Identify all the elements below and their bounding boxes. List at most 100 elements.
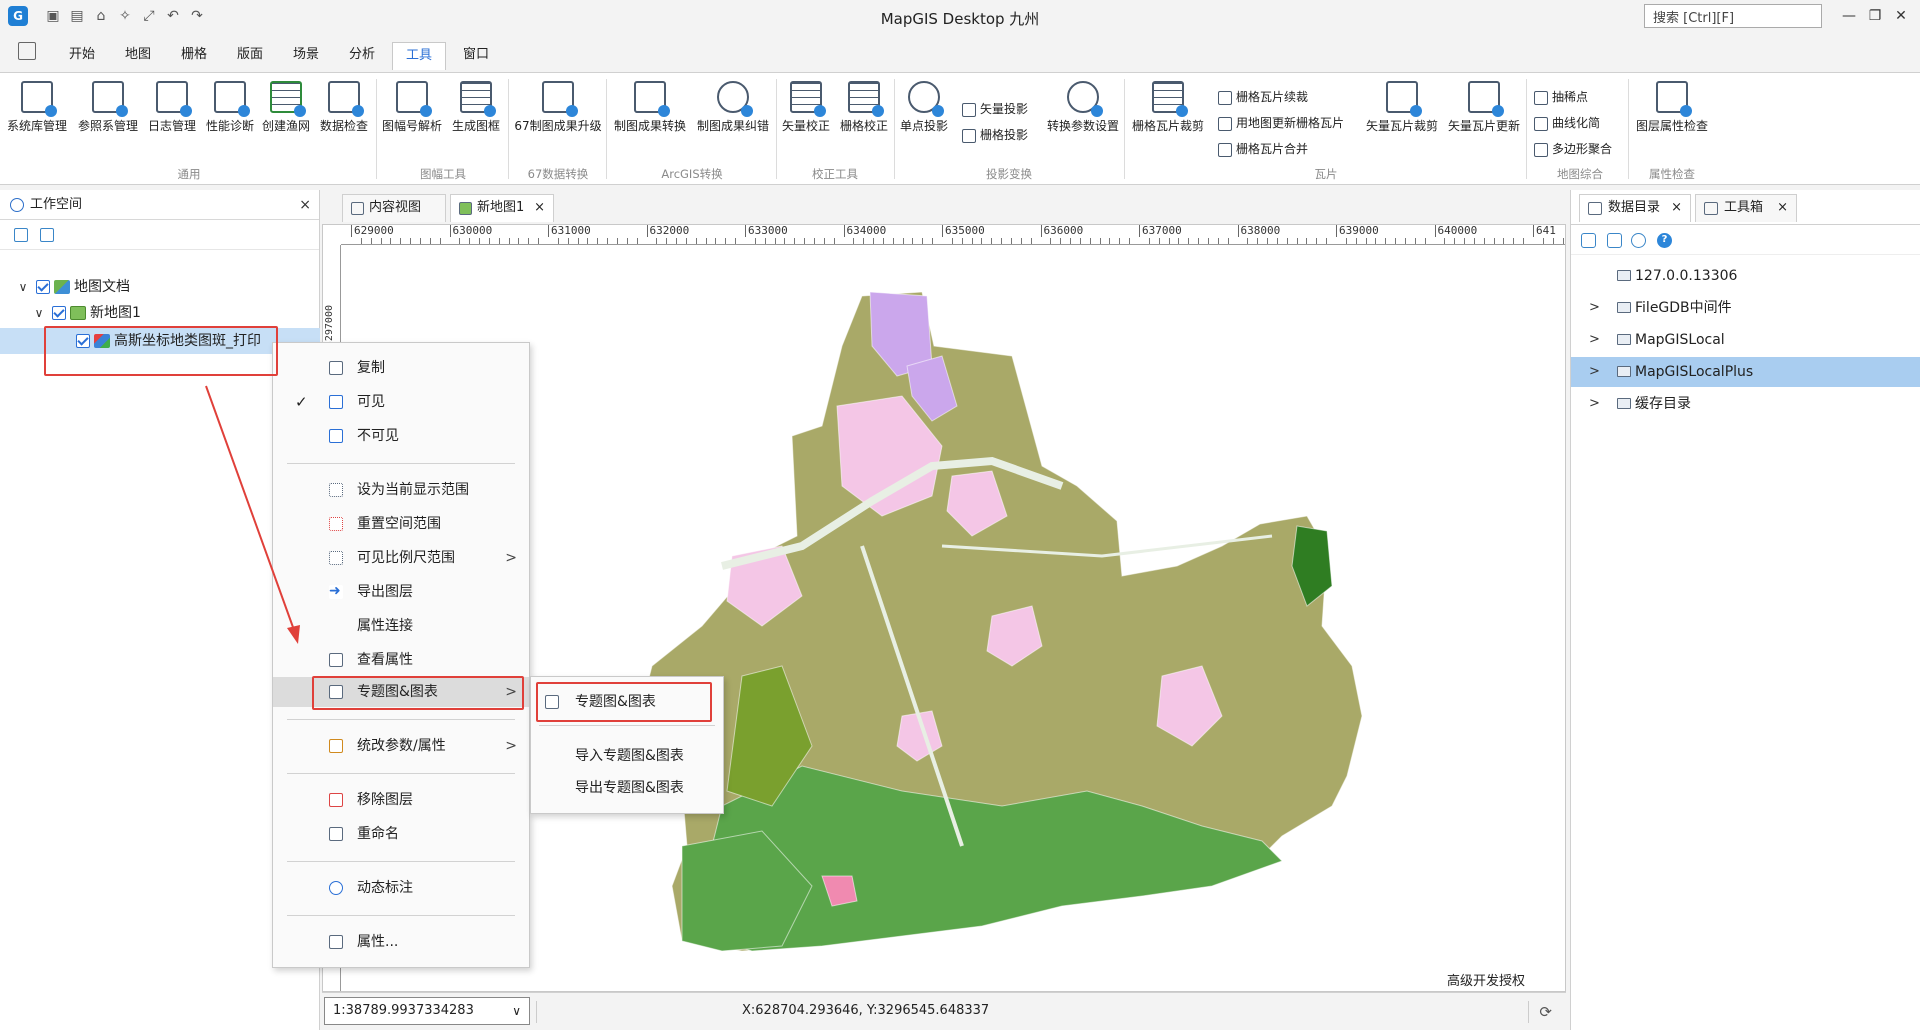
tab-scene[interactable]: 场景 (286, 42, 326, 70)
performance-diagnosis-button[interactable]: 性能诊断 (202, 81, 258, 134)
menu-item-edit-params[interactable]: 统改参数/属性 > (273, 731, 529, 761)
menu-item-rename[interactable]: 重命名 (273, 819, 529, 849)
tab-raster[interactable]: 栅格 (174, 42, 214, 70)
ruler-minor-tick (1207, 238, 1209, 244)
map-view-icon[interactable] (14, 228, 28, 242)
coordinate-readout: X:628704.293646, Y:3296545.648337 (742, 1003, 990, 1018)
ruler-minor-tick (1148, 238, 1150, 244)
connect-icon[interactable] (1581, 233, 1596, 248)
catalog-item[interactable]: > 缓存目录 (1571, 389, 1920, 419)
single-point-projection-button[interactable]: 单点投影 (896, 81, 952, 134)
raster-tile-continue-button[interactable]: 栅格瓦片续裁 (1218, 87, 1308, 107)
menu-item-reset-extent[interactable]: 重置空间范围 (273, 509, 529, 539)
help-icon[interactable]: ? (1657, 233, 1672, 248)
vector-correction-button[interactable]: 矢量校正 (778, 81, 834, 134)
database-add-icon[interactable] (1607, 233, 1622, 248)
tab-layout[interactable]: 版面 (230, 42, 270, 70)
transform-params-button[interactable]: 转换参数设置 (1044, 81, 1122, 134)
convert-results-button[interactable]: 制图成果转换 (610, 81, 690, 134)
menu-item-set-extent[interactable]: 设为当前显示范围 (273, 475, 529, 505)
chevron-down-icon[interactable]: ∨ (512, 998, 521, 1024)
menu-item-dynamic-label[interactable]: 动态标注 (273, 873, 529, 903)
refresh-icon[interactable] (1631, 233, 1646, 248)
chevron-down-icon[interactable]: ∨ (32, 300, 46, 326)
ruler-minor-tick (1454, 238, 1456, 244)
tab-map[interactable]: 地图 (118, 42, 158, 70)
ruler-minor-tick (882, 238, 884, 244)
menu-item-export-layer[interactable]: ➜ 导出图层 (273, 577, 529, 607)
search-input[interactable]: 搜索 [Ctrl][F] (1644, 4, 1822, 28)
tab-start[interactable]: 开始 (62, 42, 102, 70)
submenu-item-import[interactable]: 导入专题图&图表 (531, 741, 723, 771)
raster-tile-merge-button[interactable]: 栅格瓦片合并 (1218, 139, 1308, 159)
upgrade-67-button[interactable]: 67制图成果升级 (512, 81, 604, 134)
tab-analysis[interactable]: 分析 (342, 42, 382, 70)
simplify-curve-button[interactable]: 曲线化简 (1534, 113, 1600, 133)
log-management-button[interactable]: 日志管理 (144, 81, 200, 134)
system-library-button[interactable]: 系统库管理 (4, 81, 70, 134)
layer-attribute-check-button[interactable]: 图层属性检查 (1632, 81, 1712, 134)
vector-tile-clip-button[interactable]: 矢量瓦片裁剪 (1362, 81, 1442, 134)
correct-results-button[interactable]: 制图成果纠错 (692, 81, 774, 134)
tab-toolbox[interactable]: 工具箱 × (1695, 194, 1797, 222)
ruler-minor-tick (1306, 238, 1308, 244)
submenu-item-export[interactable]: 导出专题图&图表 (531, 773, 723, 803)
reference-system-button[interactable]: 参照系管理 (74, 81, 142, 134)
maximize-icon[interactable]: ❐ (1862, 4, 1888, 28)
ruler-minor-tick (1444, 238, 1446, 244)
scale-select[interactable]: 1:38789.9937334283 ∨ (324, 997, 530, 1025)
layout-view-icon[interactable] (40, 228, 54, 242)
update-raster-tile-button[interactable]: 用地图更新栅格瓦片 (1218, 113, 1344, 133)
group-label-sheet: 图幅工具 (420, 167, 466, 181)
ruler-minor-tick (459, 238, 461, 244)
vector-projection-button[interactable]: 矢量投影 (962, 99, 1028, 119)
data-check-button[interactable]: 数据检查 (316, 81, 372, 134)
chevron-right-icon[interactable]: > (1589, 293, 1600, 323)
catalog-item[interactable]: > FileGDB中间件 (1571, 293, 1920, 323)
tab-data-catalog[interactable]: 数据目录 × (1579, 194, 1691, 222)
menu-item-properties[interactable]: 属性... (273, 927, 529, 957)
tab-new-map[interactable]: 新地图1 × (450, 194, 554, 222)
checkbox-icon[interactable] (36, 280, 50, 294)
aggregate-polygon-button[interactable]: 多边形聚合 (1534, 139, 1612, 159)
catalog-item[interactable]: 127.0.0.13306 (1571, 261, 1920, 291)
chevron-right-icon[interactable]: > (1589, 357, 1600, 387)
group-label-correction: 校正工具 (812, 167, 858, 181)
tree-item-map-document[interactable]: ∨ 地图文档 (16, 274, 130, 300)
raster-correction-button[interactable]: 栅格校正 (836, 81, 892, 134)
menu-item-remove-layer[interactable]: 移除图层 (273, 785, 529, 815)
close-icon[interactable]: × (534, 195, 545, 221)
close-icon[interactable]: × (299, 190, 311, 220)
thin-points-button[interactable]: 抽稀点 (1534, 87, 1588, 107)
tab-tools[interactable]: 工具 (392, 42, 446, 70)
close-icon[interactable]: ✕ (1888, 4, 1914, 28)
close-icon[interactable]: × (1777, 195, 1788, 221)
menu-item-copy[interactable]: 复制 (273, 353, 529, 383)
curve-simplify-icon (1534, 116, 1548, 131)
menu-item-scale-range[interactable]: 可见比例尺范围 > (273, 543, 529, 573)
tab-content-view[interactable]: 内容视图 (342, 194, 446, 222)
chevron-down-icon[interactable]: ∨ (16, 274, 30, 300)
ruler-minor-tick (902, 238, 904, 244)
menu-item-visible[interactable]: ✓ 可见 (273, 387, 529, 417)
chevron-right-icon[interactable]: > (1589, 325, 1600, 355)
checkbox-icon[interactable] (52, 306, 66, 320)
create-fishnet-button[interactable]: 创建渔网 (258, 81, 314, 134)
menu-item-view-attribute[interactable]: 查看属性 (273, 645, 529, 675)
close-icon[interactable]: × (1671, 195, 1682, 221)
raster-projection-button[interactable]: 栅格投影 (962, 125, 1028, 145)
tab-window[interactable]: 窗口 (456, 42, 496, 70)
file-menu-icon[interactable] (18, 42, 36, 60)
refresh-icon[interactable]: ⟳ (1539, 1003, 1552, 1021)
catalog-item-selected[interactable]: > MapGISLocalPlus (1571, 357, 1920, 387)
sheet-number-parse-button[interactable]: 图幅号解析 (380, 81, 444, 134)
chevron-right-icon[interactable]: > (1589, 389, 1600, 419)
menu-item-attribute-join[interactable]: 属性连接 (273, 611, 529, 641)
generate-frame-button[interactable]: 生成图框 (448, 81, 504, 134)
minimize-icon[interactable]: — (1836, 4, 1862, 28)
raster-tile-clip-button[interactable]: 栅格瓦片裁剪 (1128, 81, 1208, 134)
vector-tile-update-button[interactable]: 矢量瓦片更新 (1444, 81, 1524, 134)
tree-item-map[interactable]: ∨ 新地图1 (32, 300, 141, 326)
catalog-item[interactable]: > MapGISLocal (1571, 325, 1920, 355)
menu-item-invisible[interactable]: 不可见 (273, 421, 529, 451)
